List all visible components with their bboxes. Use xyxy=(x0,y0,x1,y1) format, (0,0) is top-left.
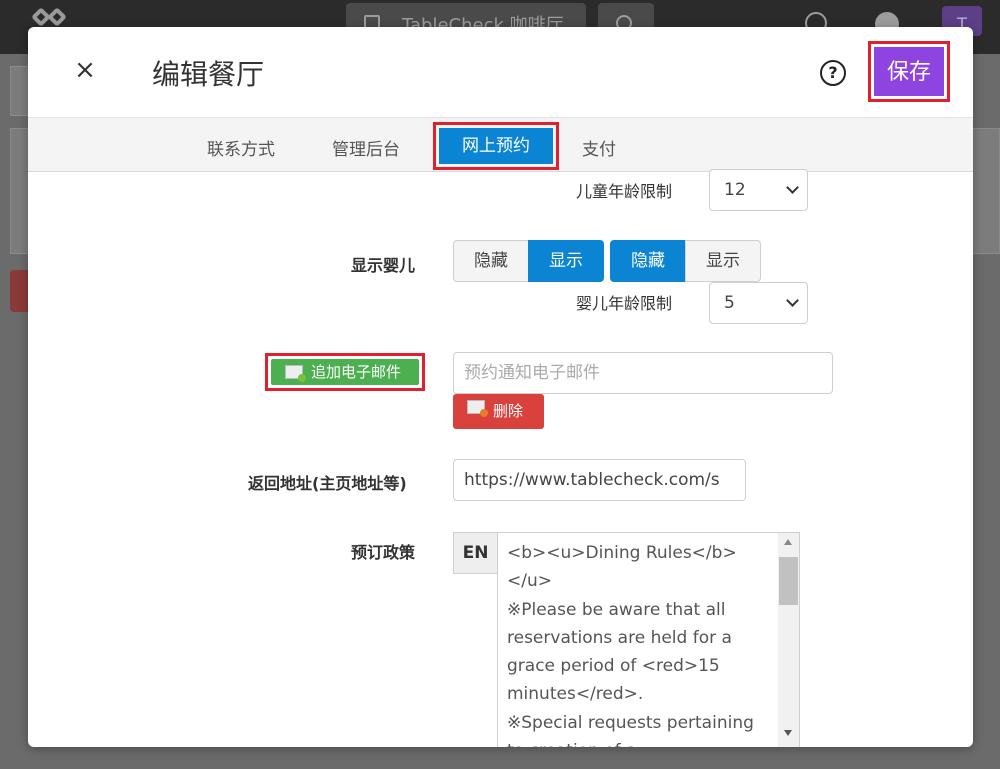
add-email-button[interactable]: 追加电子邮件 xyxy=(271,359,419,385)
infant-hide-toggle-2[interactable]: 隐藏 xyxy=(610,240,686,282)
modal-title: 编辑餐厅 xyxy=(152,58,265,91)
scroll-down-icon[interactable] xyxy=(784,730,792,736)
app-logo-icon xyxy=(31,6,70,27)
policy-scrollbar[interactable] xyxy=(778,533,799,747)
add-email-label: 追加电子邮件 xyxy=(311,363,402,381)
scroll-thumb[interactable] xyxy=(779,557,798,605)
booking-policy-label: 预订政策 xyxy=(351,543,416,562)
infant-age-value: 5 xyxy=(724,293,735,313)
booking-policy-text: <b><u>Dining Rules</b> </u> ※Please be a… xyxy=(507,543,754,747)
tab-admin[interactable]: 管理后台 xyxy=(332,135,400,160)
edit-restaurant-modal: × 编辑餐厅 ? 保存 联系方式 管理后台 网上预约 支付 儿童年龄限制 12 … xyxy=(28,27,973,747)
save-button[interactable]: 保存 xyxy=(874,47,944,96)
booking-policy-textarea[interactable]: <b><u>Dining Rules</b> </u> ※Please be a… xyxy=(497,532,800,747)
modal-header: × 编辑餐厅 ? 保存 xyxy=(28,27,973,117)
scroll-up-icon[interactable] xyxy=(784,539,792,545)
return-url-input[interactable]: https://www.tablecheck.com/s xyxy=(453,459,746,501)
infant-hide-toggle[interactable]: 隐藏 xyxy=(453,240,529,282)
return-url-label: 返回地址(主页地址等) xyxy=(248,474,407,493)
infant-age-select[interactable]: 5 xyxy=(709,282,808,324)
close-button[interactable]: × xyxy=(72,55,98,85)
mail-add-icon xyxy=(285,365,306,382)
chevron-down-icon xyxy=(786,294,799,307)
delete-email-label: 删除 xyxy=(493,402,524,420)
show-infant-label: 显示婴儿 xyxy=(351,256,416,275)
help-icon[interactable]: ? xyxy=(820,60,846,86)
tab-online-booking[interactable]: 网上预约 xyxy=(439,128,553,164)
delete-email-button[interactable]: 删除 xyxy=(453,394,544,429)
tab-contact[interactable]: 联系方式 xyxy=(207,135,275,160)
policy-language-addon: EN xyxy=(453,532,498,574)
form-body: 儿童年龄限制 12 显示婴儿 隐藏 显示 隐藏 显示 婴儿年龄限制 5 追加电子… xyxy=(28,169,973,747)
infant-show-toggle-2[interactable]: 显示 xyxy=(685,240,761,282)
notification-email-input[interactable] xyxy=(453,352,833,394)
child-age-select[interactable]: 12 xyxy=(709,169,808,211)
mail-delete-icon xyxy=(467,400,488,417)
background-table-edge xyxy=(972,128,1000,254)
infant-age-label: 婴儿年龄限制 xyxy=(576,294,673,313)
child-age-value: 12 xyxy=(724,180,746,200)
tab-payment[interactable]: 支付 xyxy=(582,135,616,160)
modal-tabs: 联系方式 管理后台 网上预约 支付 xyxy=(28,117,973,172)
chevron-down-icon xyxy=(786,181,799,194)
child-age-label: 儿童年龄限制 xyxy=(576,182,673,201)
infant-show-toggle[interactable]: 显示 xyxy=(528,240,604,282)
